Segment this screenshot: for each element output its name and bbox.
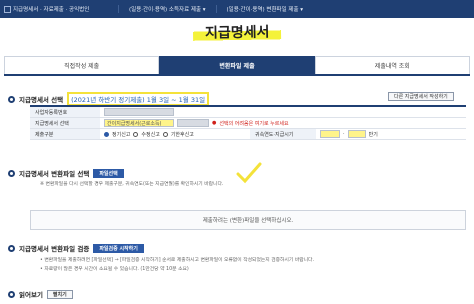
form-row-business-number: 사업자등록번호 [30,107,466,118]
tab-submission-history[interactable]: 제출내역 조회 [314,56,470,74]
select-section-header: 지급명세서 선택 (2021년 하반기 정기제출) 1월 3일 ~ 1월 31일 [8,92,210,106]
statement-select-label: 지급명세서 선택 [30,118,100,128]
verify-note-1: • 변환파일을 제출하려면 [파일선택] → [파일검증 시작하기] 순서로 제… [40,258,314,263]
tab-convert-file[interactable]: 변환파일 제출 [159,56,315,74]
breadcrumb[interactable]: 지급명세서 · 자료제출 · 공익법인 [0,5,118,13]
select-section-title: 지급명세서 선택 [19,96,64,104]
convert-note: ※ 변환파일을 다시 선택할 경우 제출구분, 귀속연도(또는 지급연월)를 확… [40,182,224,187]
help-icon: ● [212,120,217,126]
attribution-year-label: 귀속연도·지급시기 [250,129,316,139]
file-drop-zone[interactable]: 제출하려는 (변환)파일을 선택하십시오. [30,210,466,230]
half-year-suffix: 반기 [368,131,378,138]
statement-form: 사업자등록번호 지급명세서 선택 간이지급명세서(근로소득) ● 선택의 어려움… [30,105,466,140]
convert-section-header: 지급명세서 변환파일 선택 파일선택 [8,168,124,178]
form-row-submission-type: 제출구분 정기신고 수정신고 기한후신고 귀속연도·지급시기 · 반기 [30,129,466,140]
business-number-label: 사업자등록번호 [30,107,100,117]
submission-type-label: 제출구분 [30,129,100,139]
verify-note-2: • 자료량이 많은 경우 시간이 소요될 수 있습니다. (1만건당 약 10분… [40,267,189,272]
verify-start-button[interactable]: 파일검증 시작하기 [93,243,144,253]
bullet-icon [8,244,15,252]
top-navigation-bar: 지급명세서 · 자료제출 · 공익법인 (일용·간이·용역) 소득자료 제출 (… [0,0,474,18]
bullet-icon [8,95,15,103]
year-suffix-text: · [343,131,345,137]
radio-amended[interactable] [133,131,139,137]
bullet-icon [8,169,15,177]
attribution-year-select[interactable] [320,130,340,138]
topbar-link-convert-file[interactable]: (일용·간이·용역) 변환파일 제출 [215,5,314,13]
radio-regular[interactable] [104,131,109,137]
read-section-header: 읽어보기 펼치기 [8,289,73,299]
home-icon[interactable] [4,5,11,13]
attribution-half-select[interactable] [347,130,366,138]
file-select-button[interactable]: 파일선택 [93,168,124,178]
topbar-link-income-data[interactable]: (일용·간이·용역) 소득자료 제출 [118,5,216,13]
expand-button[interactable]: 펼치기 [46,289,73,299]
verify-section-header: 지급명세서 변환파일 검증 파일검증 시작하기 [8,243,144,253]
tab-direct-write[interactable]: 직접작성 제출 [4,56,160,74]
radio-late-label: 기한후신고 [170,131,194,138]
checkmark-annotation-icon [236,162,262,184]
form-row-statement-select: 지급명세서 선택 간이지급명세서(근로소득) ● 선택의 어려움은 여기로 누르… [30,118,466,129]
bullet-icon [8,290,15,298]
radio-regular-label: 정기신고 [112,131,131,138]
page-title: 지급명세서 [0,21,474,44]
statement-help-link[interactable]: 선택의 어려움은 여기로 누르세요 [219,120,288,127]
page-title-text: 지급명세서 [192,21,282,43]
other-statement-button[interactable]: 다른 지급명세서 작성하기 [388,92,454,101]
verify-section-title: 지급명세서 변환파일 검증 [19,245,90,253]
submission-period: (2021년 하반기 정기제출) 1월 3일 ~ 1월 31일 [67,92,210,106]
breadcrumb-text[interactable]: 지급명세서 · 자료제출 · 공익법인 [13,5,89,13]
statement-type-select[interactable]: 간이지급명세서(근로소득) [104,119,174,127]
read-section-title: 읽어보기 [19,291,43,299]
business-number-field[interactable] [104,108,174,116]
statement-subtype-select[interactable] [177,119,209,127]
radio-late[interactable] [162,131,168,137]
convert-section-title: 지급명세서 변환파일 선택 [19,170,90,178]
submission-tabs: 직접작성 제출 변환파일 제출 제출내역 조회 [4,56,470,76]
radio-amended-label: 수정신고 [141,131,160,138]
